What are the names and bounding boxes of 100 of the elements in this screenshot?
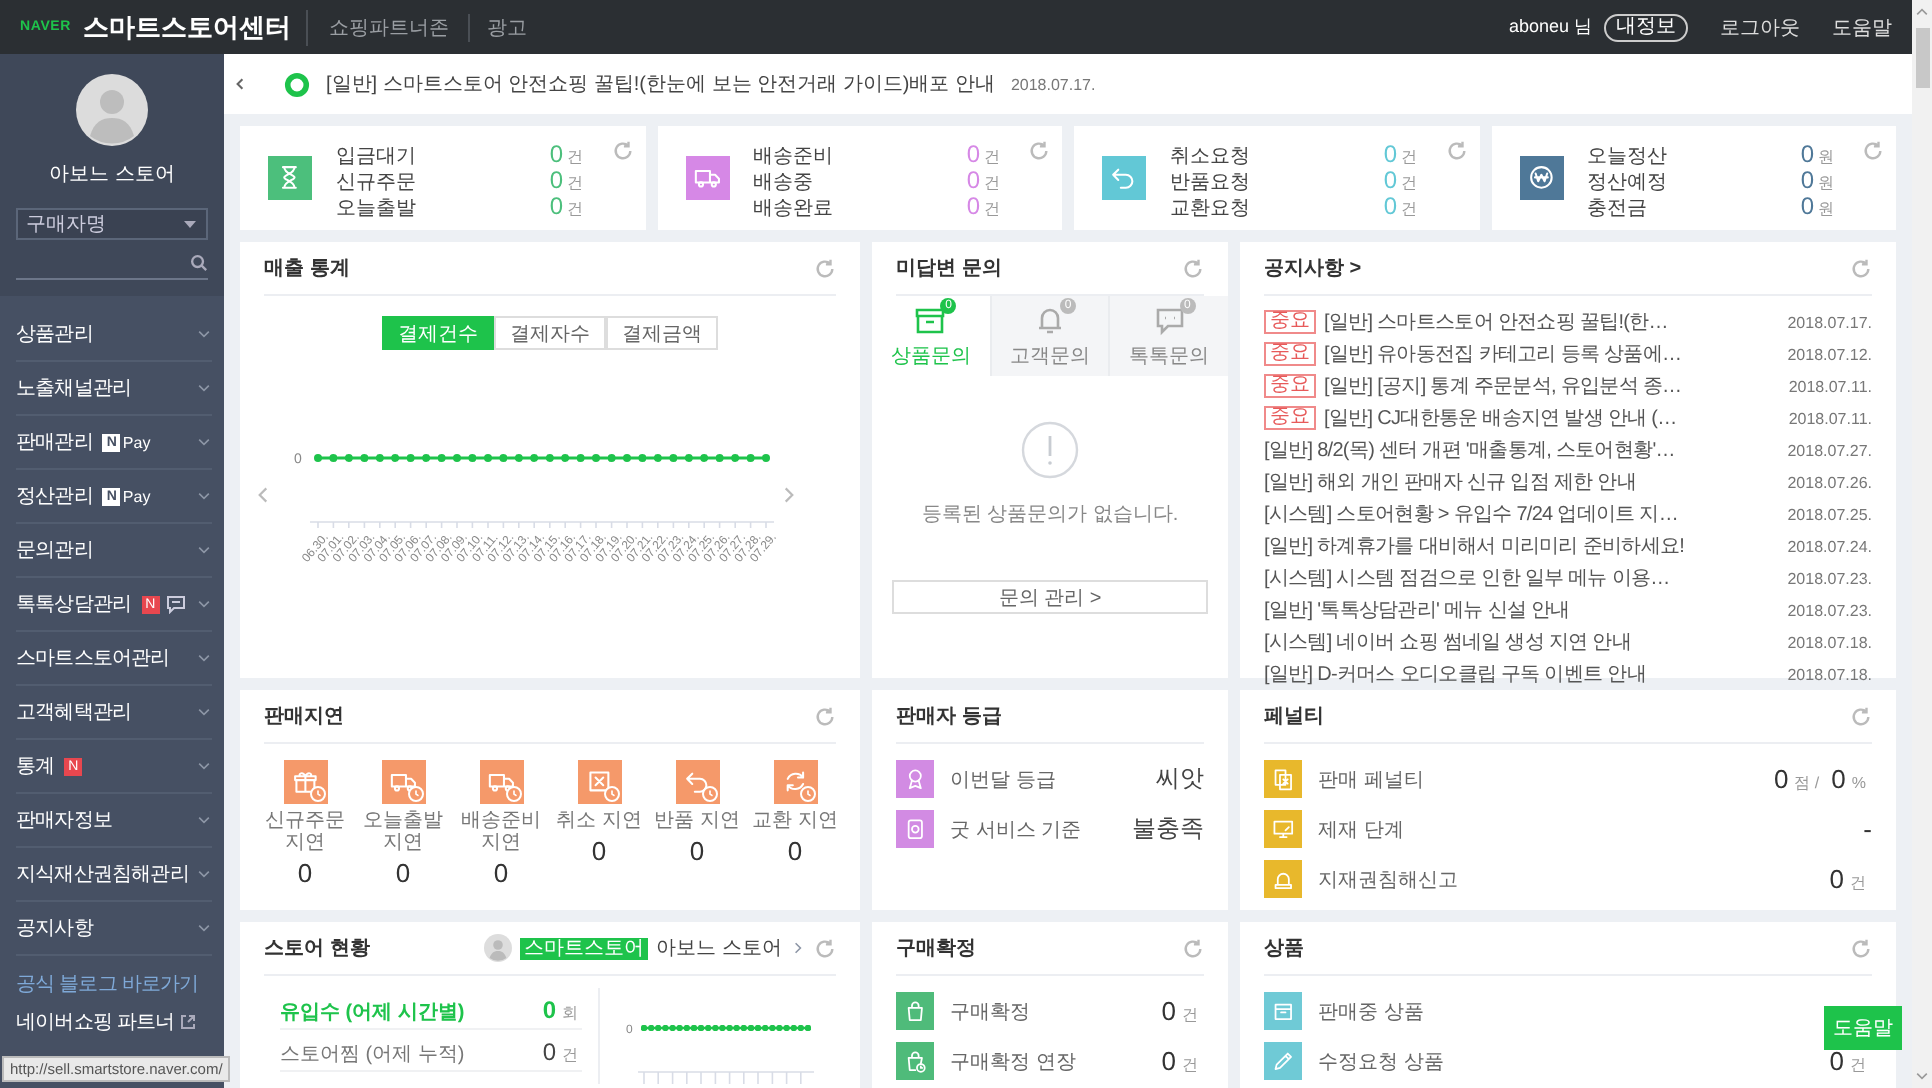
- refresh-icon[interactable]: [814, 705, 836, 727]
- notice-date: 2018.07.26.: [1787, 473, 1872, 491]
- menu-item[interactable]: 문의관리: [16, 524, 212, 578]
- row-value: 씨앗: [1156, 762, 1204, 796]
- unit-label: 건: [567, 172, 585, 194]
- chevron-down-icon: [196, 920, 212, 936]
- summary-label: 신규주문: [336, 170, 418, 196]
- store-badge: 스마트스토어: [520, 937, 649, 959]
- refresh-icon[interactable]: [1028, 140, 1050, 162]
- notice-date: 2018.07.17.: [1787, 313, 1872, 331]
- refresh-icon[interactable]: [814, 937, 836, 959]
- refresh-icon[interactable]: [1850, 257, 1872, 279]
- menu-item[interactable]: 스마트스토어관리: [16, 632, 212, 686]
- scrollbar[interactable]: [1912, 0, 1932, 1088]
- notice-link[interactable]: [일반] '톡톡상담관리' 메뉴 신설 안내: [1264, 596, 1780, 624]
- refresh-icon[interactable]: [1850, 705, 1872, 727]
- menu-item[interactable]: 상품관리: [16, 308, 212, 362]
- row-value: 0: [1161, 996, 1176, 1026]
- refresh-icon[interactable]: [1182, 257, 1204, 279]
- scrollbar-thumb[interactable]: [1915, 28, 1929, 88]
- menu-item[interactable]: 지식재산권침해관리: [16, 848, 212, 902]
- notice-link[interactable]: [일반] 8/2(목) 센터 개편 '매출통계, 스토어현황'…: [1264, 436, 1780, 464]
- unit-label: 건: [1401, 172, 1419, 194]
- header-link[interactable]: 로그아웃: [1720, 13, 1800, 41]
- row-label: 구매확정 연장: [950, 1049, 1078, 1075]
- notice-link[interactable]: [일반] D-커머스 오디오클립 구독 이벤트 안내: [1264, 660, 1780, 688]
- notice-link[interactable]: [시스템] 스토어현황 > 유입수 7/24 업데이트 지…: [1264, 500, 1780, 528]
- delay-count: 0: [689, 836, 705, 866]
- card-title: 미답변 문의: [896, 256, 1004, 282]
- app-title: 스마트스토어센터: [82, 9, 309, 45]
- chevron-down-icon: [196, 380, 212, 396]
- notice-link[interactable]: [일반] 스마트스토어 안전쇼핑 꿀팁!(한…: [1324, 308, 1780, 336]
- caret-down-icon: [1914, 1068, 1930, 1084]
- notice-date: 2018.07.11.: [1788, 377, 1872, 395]
- important-tag: 중요: [1264, 374, 1316, 398]
- bag-clock-icon: [896, 1042, 934, 1080]
- chat-icon: [1153, 303, 1186, 335]
- my-info-button[interactable]: 내정보: [1604, 13, 1688, 41]
- row-label: 구매확정: [950, 999, 1032, 1025]
- unit-label: 건: [562, 1044, 580, 1066]
- row-label: 판매 페널티: [1318, 767, 1426, 793]
- chevron-down-icon: [196, 650, 212, 666]
- nav-link[interactable]: 광고: [468, 13, 535, 41]
- store-name: 아보느 스토어: [49, 162, 175, 188]
- notice-link[interactable]: [일반] CJ대한통운 배송지연 발생 안내 (…: [1324, 404, 1781, 432]
- unit-label: %: [1851, 774, 1866, 792]
- notice-link[interactable]: [시스템] 시스템 점검으로 인한 일부 메뉴 이용…: [1264, 564, 1780, 592]
- summary-count: 0: [966, 166, 980, 194]
- summary-count: 0: [1383, 140, 1397, 168]
- notice-link[interactable]: [일반] 유아동전집 카테고리 등록 상품에…: [1324, 340, 1780, 368]
- unit-label: 건: [1850, 1054, 1866, 1076]
- avatar-icon: [76, 74, 148, 146]
- metric-tab[interactable]: 결제자수: [494, 316, 606, 350]
- stat-value: 0: [542, 1038, 556, 1066]
- notice-link[interactable]: [일반] [공지] 통계 주문분석, 유입분석 종…: [1324, 372, 1781, 400]
- partner-link[interactable]: 네이버쇼핑 파트너: [16, 1008, 208, 1036]
- refresh-icon[interactable]: [1850, 937, 1872, 959]
- bell-icon: [1034, 303, 1066, 335]
- row-value: 0: [1829, 864, 1844, 894]
- filter-dropdown[interactable]: 구매자명: [16, 208, 208, 240]
- box-icon: [1264, 992, 1302, 1030]
- unit-label: 건: [984, 198, 1002, 220]
- card-title: 상품: [1264, 936, 1306, 962]
- refresh-icon[interactable]: [611, 140, 633, 162]
- summary-label: 취소요청: [1170, 144, 1252, 170]
- row-label: 수정요청 상품: [1318, 1049, 1446, 1075]
- search-icon[interactable]: [190, 254, 208, 272]
- notice-link[interactable]: [일반] 해외 개인 판매자 신규 입점 제한 안내: [1264, 468, 1780, 496]
- manage-button[interactable]: 문의 관리 >: [892, 580, 1208, 614]
- header-link[interactable]: 도움말: [1832, 13, 1892, 41]
- avatar-icon: [484, 934, 513, 962]
- summary-count: 0: [549, 140, 563, 168]
- row-label: 굿 서비스 기준: [950, 817, 1084, 843]
- refresh-icon[interactable]: [1182, 937, 1204, 959]
- unit-label: 건: [567, 198, 585, 220]
- unit-label: 점 /: [1794, 772, 1820, 794]
- metric-tab[interactable]: 결제금액: [606, 316, 718, 350]
- menu-item[interactable]: 노출채널관리: [16, 362, 212, 416]
- refresh-icon[interactable]: [814, 257, 836, 279]
- refresh-icon[interactable]: [1862, 140, 1884, 162]
- unit-label: 건: [1182, 1004, 1198, 1026]
- notice-link[interactable]: [일반] 하계휴가를 대비해서 미리미리 준비하세요!: [1264, 532, 1780, 560]
- store-link[interactable]: 아보느 스토어: [656, 934, 782, 962]
- notice-date: 2018.07.17.: [1010, 75, 1096, 93]
- row-value: -: [1863, 814, 1872, 844]
- caret-down-icon: [182, 216, 198, 232]
- unit-label: 건: [1401, 146, 1419, 168]
- row-value: 0: [1829, 1046, 1844, 1076]
- menu-item[interactable]: 고객혜택관리: [16, 686, 212, 740]
- summary-label: 배송준비: [753, 144, 835, 170]
- unit-label: 회: [562, 1002, 580, 1024]
- nav-link[interactable]: 쇼핑파트너존: [320, 13, 457, 41]
- chat-icon: [165, 594, 186, 614]
- refresh-icon[interactable]: [1445, 140, 1467, 162]
- row-label: 이번달 등급: [950, 767, 1058, 793]
- menu-item[interactable]: 판매자정보: [16, 794, 212, 848]
- delay-count: 0: [297, 858, 313, 888]
- notice-link[interactable]: [일반] 스마트스토어 안전쇼핑 꿀팁!(한눈에 보는 안전거래 가이드)배포 안내: [326, 70, 995, 98]
- menu-item[interactable]: 공지사항: [16, 902, 212, 956]
- notice-link[interactable]: [시스템] 네이버 쇼핑 썸네일 생성 지연 안내: [1264, 628, 1780, 656]
